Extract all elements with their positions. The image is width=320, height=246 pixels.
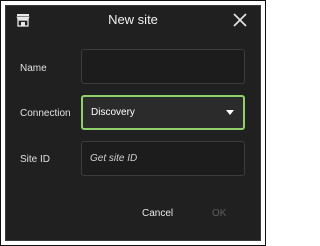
cancel-button[interactable]: Cancel xyxy=(142,208,173,219)
name-field[interactable] xyxy=(81,49,245,84)
name-input[interactable] xyxy=(90,50,238,83)
screenshot-frame: New site Name Connection Discovery Site … xyxy=(0,0,266,246)
new-site-dialog: New site Name Connection Discovery Site … xyxy=(5,5,261,241)
connection-selected-value: Discovery xyxy=(91,107,135,118)
connection-label: Connection xyxy=(20,108,71,119)
name-label: Name xyxy=(20,63,47,74)
ok-button[interactable]: OK xyxy=(212,208,226,219)
connection-select[interactable]: Discovery xyxy=(81,95,245,130)
site-id-label: Site ID xyxy=(20,154,51,165)
close-icon[interactable] xyxy=(232,12,248,28)
dialog-title: New site xyxy=(108,12,158,27)
chevron-down-icon xyxy=(226,110,234,115)
site-id-input[interactable] xyxy=(90,142,238,175)
title-bar: New site xyxy=(6,6,260,34)
site-id-field[interactable] xyxy=(81,141,245,176)
